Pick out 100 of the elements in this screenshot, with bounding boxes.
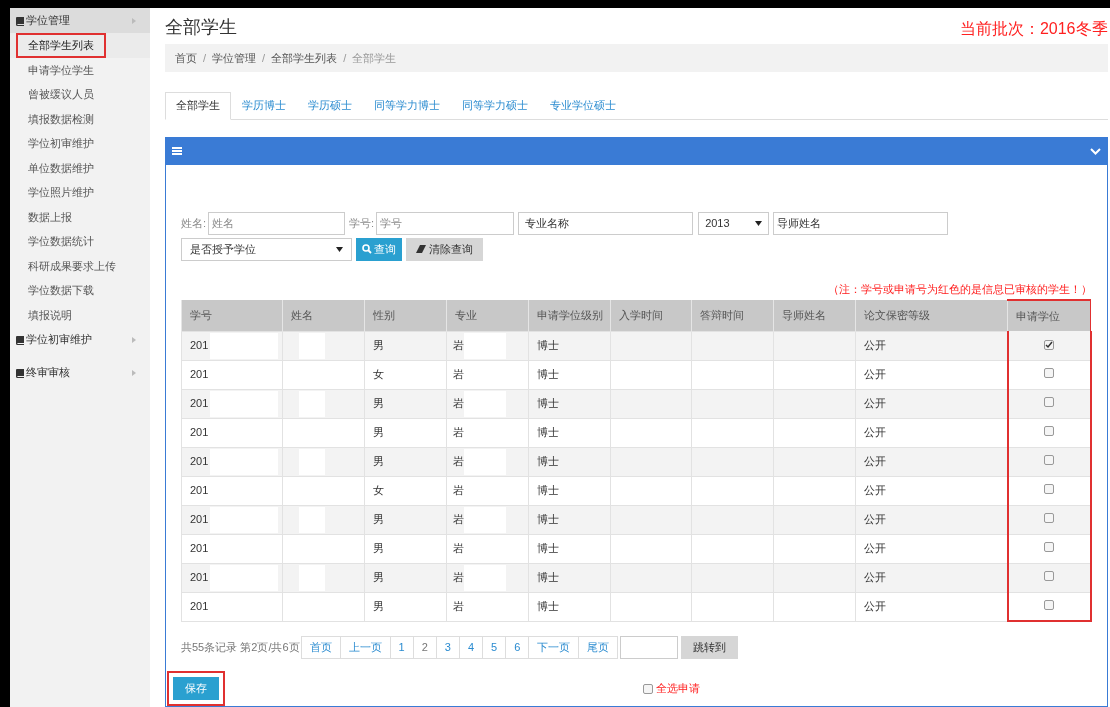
student-id: 201: [190, 541, 209, 557]
jump-button[interactable]: 跳转到: [681, 636, 739, 659]
sidebar-item[interactable]: 申请学位学生: [16, 57, 106, 82]
breadcrumb-link[interactable]: 学位管理: [212, 49, 257, 67]
checkbox[interactable]: [1044, 426, 1054, 437]
tab[interactable]: 全部学生: [165, 91, 231, 120]
major-field[interactable]: 专业名称: [518, 211, 694, 235]
page-link[interactable]: 2: [412, 636, 437, 659]
sidebar-item[interactable]: 学位照片维护: [16, 180, 106, 205]
student-id-field[interactable]: 学号: [376, 211, 515, 235]
page-link[interactable]: 上一页: [339, 636, 391, 659]
table-cell: 男: [364, 563, 447, 592]
table-cell: 公开: [855, 331, 1008, 360]
sidebar-item[interactable]: 科研成果要求上传: [16, 253, 128, 278]
checkbox[interactable]: [1044, 340, 1054, 350]
column-header: 性别: [364, 300, 447, 331]
sidebar-group[interactable]: 终审审核: [10, 360, 150, 385]
page-link[interactable]: 下一页: [528, 636, 580, 659]
checkbox[interactable]: [1044, 571, 1054, 582]
sidebar-item[interactable]: 曾被缓议人员: [16, 82, 106, 107]
table-cell: 男: [364, 534, 447, 563]
major-text: 岩: [453, 338, 464, 354]
table-cell: 男: [364, 389, 447, 418]
page-link[interactable]: 1: [389, 636, 414, 659]
student-id: 201: [190, 483, 209, 499]
book-icon: [15, 15, 25, 26]
pagination-summary: 共55条记录 第2页/共6页: [181, 640, 300, 656]
student-id: 201: [190, 599, 209, 615]
sidebar-item[interactable]: 填报数据检测: [16, 106, 106, 131]
table-cell: 博士: [528, 418, 611, 447]
page-link[interactable]: 尾页: [578, 636, 619, 659]
column-header: 申请学位级别: [528, 300, 611, 331]
select-all-label: 全选申请: [656, 681, 700, 697]
advisor-field[interactable]: 导师姓名: [773, 211, 949, 235]
name-field[interactable]: 姓名: [208, 211, 346, 235]
major-text: 岩: [453, 367, 464, 383]
column-header: 论文保密等级: [855, 300, 1008, 331]
batch-label: 当前批次：2016冬季: [959, 19, 1108, 40]
sidebar-item[interactable]: 全部学生列表: [16, 33, 106, 58]
table-cell: 博士: [528, 360, 611, 389]
checkbox[interactable]: [643, 683, 653, 694]
sidebar-item[interactable]: 学位数据下载: [16, 278, 106, 303]
sidebar-item[interactable]: 单位数据维护: [16, 155, 106, 180]
dropdown-arrow-icon: [336, 246, 343, 252]
table-cell: 博士: [528, 534, 611, 563]
tab[interactable]: 学历博士: [231, 91, 297, 120]
page-link[interactable]: 首页: [300, 636, 341, 659]
breadcrumb-link[interactable]: 全部学生列表: [271, 49, 338, 67]
table-cell: 男: [364, 418, 447, 447]
eraser-icon: [416, 245, 426, 253]
tab[interactable]: 学历硕士: [297, 91, 363, 120]
student-id: 201: [190, 425, 209, 441]
sidebar-group[interactable]: 学位管理: [10, 8, 150, 33]
caret-icon: [132, 369, 136, 376]
clear-button[interactable]: 清除查询: [406, 237, 483, 261]
page-link[interactable]: 3: [435, 636, 460, 659]
page-link[interactable]: 5: [482, 636, 507, 659]
page-link[interactable]: 4: [458, 636, 484, 659]
tab[interactable]: 同等学力博士: [363, 91, 451, 120]
sidebar-item[interactable]: 学位数据统计: [16, 229, 106, 254]
major-text: 岩: [453, 483, 464, 499]
breadcrumb-separator: /: [203, 50, 207, 66]
chevron-down-icon[interactable]: [1089, 147, 1101, 155]
table-cell: 男: [364, 447, 447, 476]
table-cell: 博士: [528, 389, 611, 418]
tab[interactable]: 专业学位硕士: [539, 91, 627, 120]
page-link[interactable]: 6: [505, 636, 530, 659]
dropdown-arrow-icon: [755, 220, 763, 226]
column-header: 入学时间: [610, 300, 692, 331]
checkbox[interactable]: [1044, 600, 1054, 610]
major-text: 岩: [453, 512, 464, 528]
sidebar-item[interactable]: 数据上报: [16, 204, 84, 229]
breadcrumb-link[interactable]: 首页: [175, 49, 197, 67]
degree-select[interactable]: 是否授予学位: [181, 237, 352, 261]
major-text: 岩: [453, 425, 464, 441]
checkbox[interactable]: [1044, 368, 1054, 379]
table-cell: 博士: [528, 476, 611, 505]
tab[interactable]: 同等学力硕士: [451, 91, 539, 120]
page-number-field[interactable]: [620, 636, 679, 659]
caret-icon: [132, 336, 136, 343]
table-cell: 女: [364, 476, 447, 505]
major-text: 岩: [453, 599, 464, 615]
checkbox[interactable]: [1044, 484, 1054, 495]
checkbox[interactable]: [1044, 513, 1054, 524]
column-header: 申请学位: [1007, 300, 1091, 331]
page-title: 全部学生: [165, 16, 237, 40]
year-select[interactable]: 2013: [698, 211, 770, 235]
column-header: 专业: [446, 300, 529, 331]
menu-icon[interactable]: [172, 147, 182, 155]
table-cell: 男: [364, 505, 447, 534]
checkbox[interactable]: [1044, 397, 1054, 408]
sidebar-item[interactable]: 学位初审维护: [16, 131, 106, 156]
sidebar-item[interactable]: 填报说明: [16, 302, 84, 327]
group-label: 学位初审维护: [26, 332, 93, 348]
sidebar-group[interactable]: 学位初审维护: [10, 327, 150, 352]
table-cell: 男: [364, 592, 447, 621]
note-text: （注：学号或申请号为红色的是信息已审核的学生！）: [827, 281, 1092, 297]
checkbox[interactable]: [1044, 455, 1054, 466]
student-id: 201: [190, 338, 209, 354]
checkbox[interactable]: [1044, 542, 1054, 553]
